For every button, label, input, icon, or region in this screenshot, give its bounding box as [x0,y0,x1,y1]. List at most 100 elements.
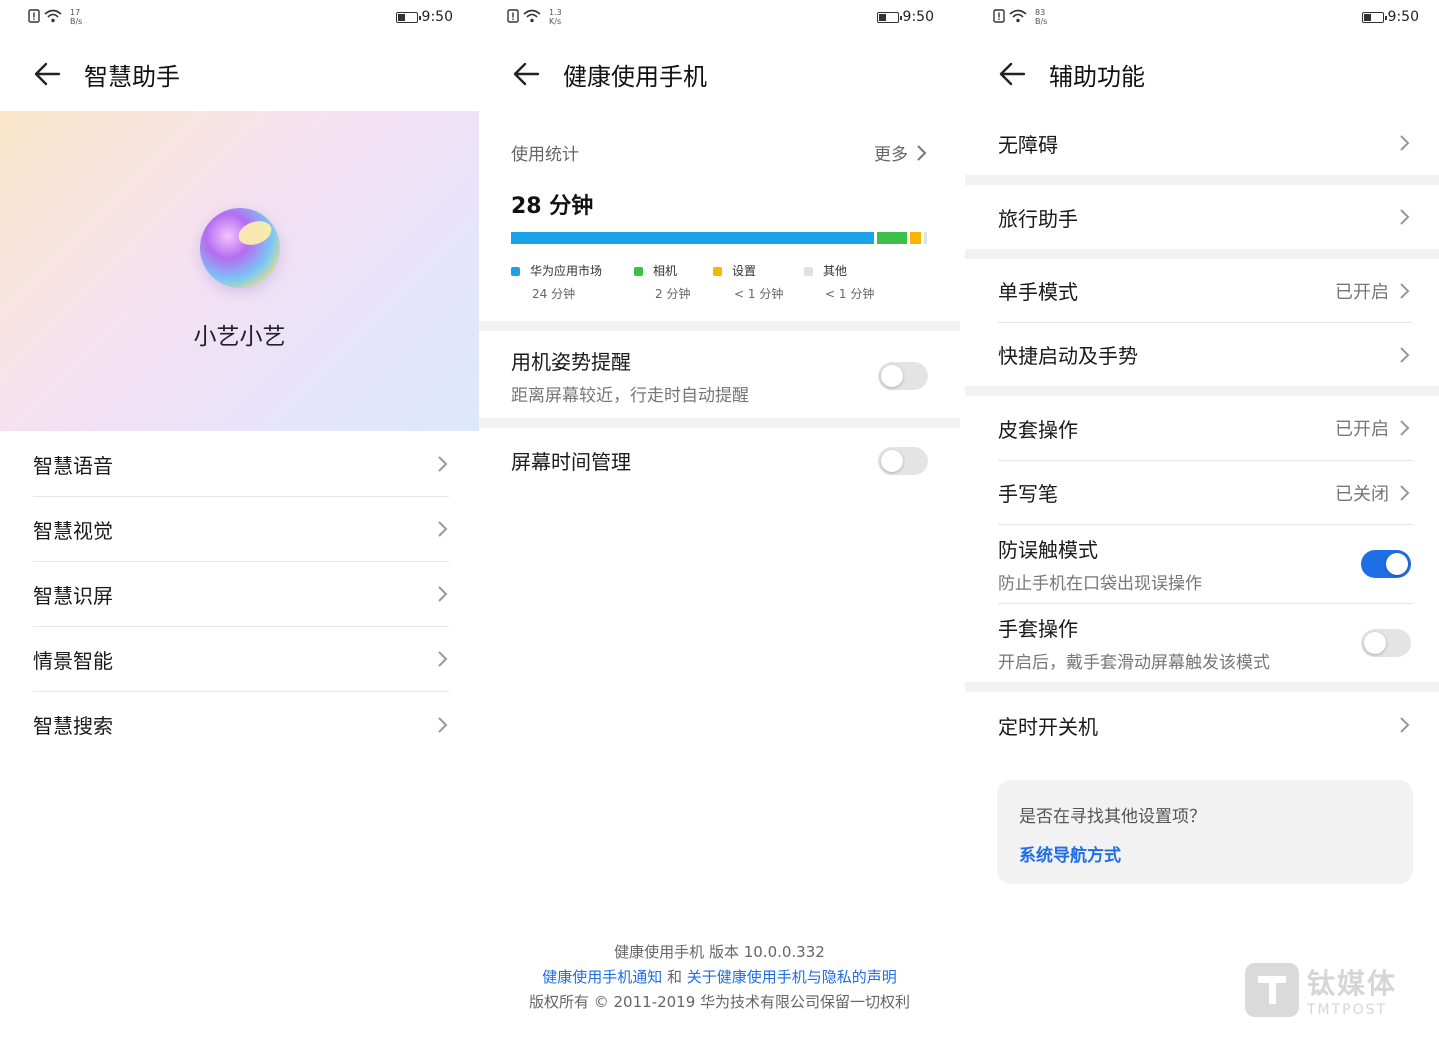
list-item-smart-search[interactable]: 智慧搜索 [33,692,449,757]
system-navigation-link[interactable]: 系统导航方式 [1019,841,1391,866]
section-divider [965,682,1439,692]
app-footer: 健康使用手机 版本 10.0.0.332 健康使用手机通知 和 关于健康使用手机… [479,940,960,1015]
chevron-right-icon [435,454,449,474]
list-item-accessibility[interactable]: 无障碍 [965,111,1439,175]
glove-mode-description: 开启后，戴手套滑动屏幕触发该模式 [998,653,1270,673]
accessibility-screen: 83 B/s 9:50 辅助功能 无障碍 旅行助手 单手模式 已开启 快捷启动及手… [965,0,1439,1042]
status-bar: 83 B/s 9:50 [965,0,1439,36]
legend-item: 其他 < 1 分钟 [804,262,874,302]
chevron-right-icon [435,584,449,604]
section-divider [965,175,1439,185]
posture-reminder-toggle[interactable] [878,362,928,390]
status-value: 已关闭 [1335,483,1389,505]
back-arrow-icon[interactable] [997,59,1027,89]
chevron-right-icon [1397,418,1411,438]
list-item-smart-voice[interactable]: 智慧语音 [33,432,449,497]
digital-balance-screen: 1.3 K/s 9:50 健康使用手机 使用统计 更多 28 分钟 华为应用市场 2… [479,0,960,1042]
suggestion-card: 是否在寻找其他设置项？ 系统导航方式 [997,780,1413,884]
list-item-cover-operation[interactable]: 皮套操作 已开启 [965,396,1439,460]
suggestion-question: 是否在寻找其他设置项？ [1019,807,1206,827]
status-bar: 17 B/s 9:50 [0,0,479,36]
assistant-wake-word: 小艺小艺 [193,324,286,350]
clock: 9:50 [902,9,934,25]
list-item-shortcuts-gestures[interactable]: 快捷启动及手势 [965,323,1439,386]
status-value: 已开启 [1335,419,1389,440]
accidental-touch-toggle[interactable] [1361,550,1411,578]
posture-reminder-label: 用机姿势提醒 [511,350,631,374]
page-title: 辅助功能 [1049,62,1145,91]
section-divider [965,249,1439,259]
chevron-right-icon [1397,715,1411,735]
list-item-smart-screen[interactable]: 智慧识屏 [33,562,449,627]
chevron-right-icon [1397,483,1411,503]
legend-app-time: 2 分钟 [655,287,691,301]
usage-bar-segment [877,232,907,244]
usage-stacked-bar [511,232,927,244]
back-arrow-icon[interactable] [511,59,541,89]
back-arrow-icon[interactable] [32,59,62,89]
legend-app-time: < 1 分钟 [734,287,784,301]
list-item-smart-vision[interactable]: 智慧视觉 [33,497,449,562]
usage-bar-segment [924,232,927,244]
assistant-hero: 小艺小艺 [0,111,479,431]
chevron-right-icon [1397,207,1411,227]
more-button[interactable]: 更多 [874,140,928,165]
list-item-accidental-touch[interactable]: 防误触模式 防止手机在口袋出现误操作 [965,525,1439,603]
chevron-right-icon [1397,281,1411,301]
total-usage-time: 28 分钟 [511,194,594,219]
list-item-one-hand-mode[interactable]: 单手模式 已开启 [965,259,1439,322]
chevron-right-icon [914,143,928,163]
sim-alert-icon [28,8,40,27]
legend-app-name: 相机 [653,264,678,278]
page-title: 健康使用手机 [563,62,707,91]
chevron-right-icon [1397,133,1411,153]
screen-time-label: 屏幕时间管理 [511,450,631,474]
accessibility-settings-list: 无障碍 旅行助手 单手模式 已开启 快捷启动及手势 皮套操作 已开启 手写笔 已… [965,111,1439,758]
legend-swatch [713,267,722,276]
privacy-statement-link[interactable]: 关于健康使用手机与隐私的声明 [687,968,897,986]
posture-reminder-row[interactable]: 用机姿势提醒 距离屏幕较近，行走时自动提醒 [511,346,928,406]
clock: 9:50 [1387,9,1419,25]
wifi-icon [523,8,541,27]
legend-app-name: 其他 [823,264,848,278]
usage-bar-segment [511,232,874,244]
network-speed: 17 B/s [70,8,83,26]
accidental-touch-description: 防止手机在口袋出现误操作 [998,574,1202,594]
list-item-travel-assistant[interactable]: 旅行助手 [965,185,1439,249]
glove-mode-toggle[interactable] [1361,629,1411,657]
wifi-icon [44,8,62,27]
legend-swatch [511,267,520,276]
watermark: 钛媒体 TMTPOST [1245,962,1397,1018]
battery-icon [876,11,902,23]
legend-item: 华为应用市场 24 分钟 [511,262,602,302]
network-speed: 1.3 K/s [549,8,562,26]
list-item-stylus[interactable]: 手写笔 已关闭 [965,461,1439,524]
section-divider [479,321,960,331]
legend-item: 相机 2 分钟 [634,262,690,302]
chevron-right-icon [435,715,449,735]
conjunction-text: 和 [666,968,682,986]
sim-alert-icon [993,8,1005,27]
network-speed: 83 B/s [1035,8,1048,26]
screen-time-toggle[interactable] [878,446,928,475]
chevron-right-icon [1397,345,1411,365]
assistant-feature-list: 智慧语音 智慧视觉 智慧识屏 情景智能 智慧搜索 [33,432,449,757]
tmtpost-logo-icon [1245,963,1299,1017]
assistant-orb-icon[interactable] [200,208,280,288]
chevron-right-icon [435,519,449,539]
clock: 9:50 [421,9,453,25]
list-item-glove-mode[interactable]: 手套操作 开启后，戴手套滑动屏幕触发该模式 [965,604,1439,682]
notice-link[interactable]: 健康使用手机通知 [542,968,662,986]
list-item-scheduled-power[interactable]: 定时开关机 [965,692,1439,758]
legend-item: 设置 < 1 分钟 [713,262,783,302]
legend-swatch [804,267,813,276]
legend-app-time: < 1 分钟 [825,287,875,301]
battery-icon [395,11,421,23]
usage-bar-segment [910,232,921,244]
legend-app-name: 华为应用市场 [530,264,603,278]
screen-time-row[interactable]: 屏幕时间管理 [511,446,928,475]
version-text: 健康使用手机 版本 10.0.0.332 [614,943,825,961]
list-item-scene-intelligence[interactable]: 情景智能 [33,627,449,692]
usage-stats-heading: 使用统计 [511,145,579,165]
section-divider [479,418,960,428]
